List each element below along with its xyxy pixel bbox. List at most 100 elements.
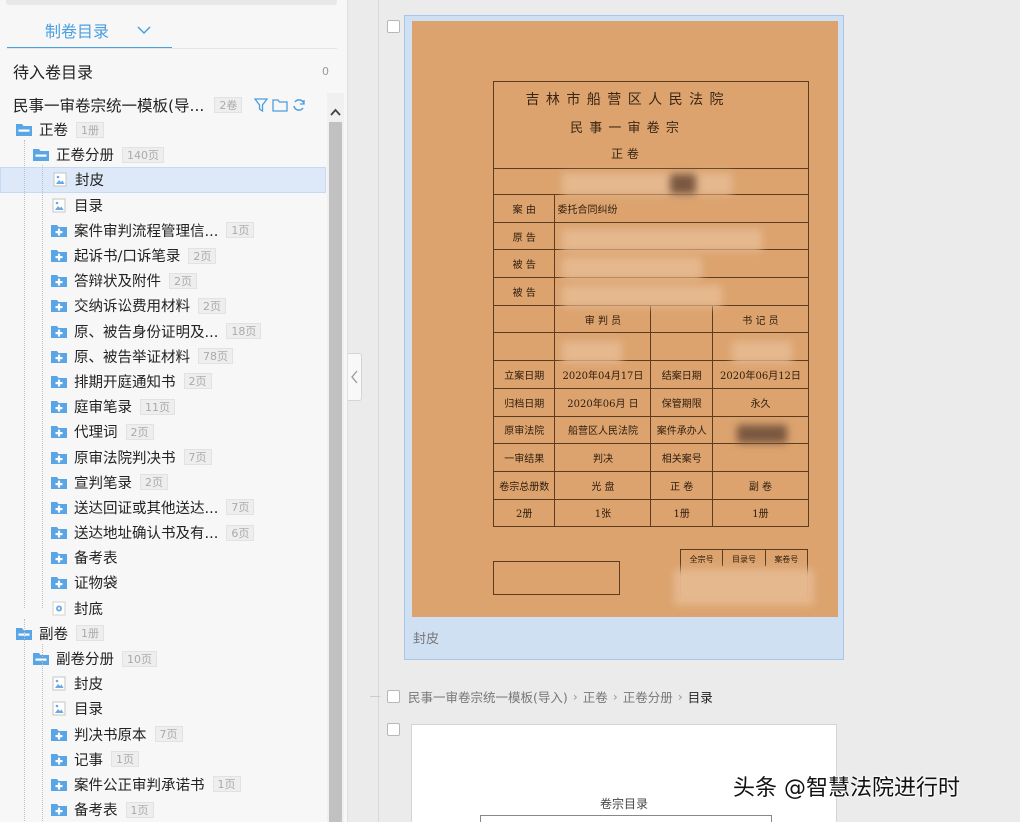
collapse-sidebar-button[interactable] bbox=[348, 353, 362, 401]
add-folder-icon[interactable] bbox=[50, 450, 68, 465]
tree-node-label: 判决书原本 bbox=[74, 727, 147, 744]
redaction-blur bbox=[562, 257, 702, 279]
redaction-blur bbox=[562, 341, 622, 363]
retention-value: 永久 bbox=[711, 387, 810, 417]
tree-node[interactable]: 送达回证或其他送达... 7页 bbox=[0, 495, 326, 520]
tree-node[interactable]: 答辩状及附件 2页 bbox=[0, 268, 326, 293]
select-catalog-group-checkbox[interactable] bbox=[387, 690, 400, 703]
page-count-badge: 7页 bbox=[154, 726, 183, 743]
tree-node[interactable]: 记事 1页 bbox=[0, 747, 326, 772]
tree-node-label: 原、被告举证材料 bbox=[74, 349, 190, 366]
tree-node[interactable]: 证物袋 bbox=[0, 570, 326, 595]
tree-node[interactable]: 备考表 bbox=[0, 545, 326, 570]
page-count-badge: 7页 bbox=[226, 499, 255, 516]
tree-node[interactable]: 封皮 bbox=[0, 167, 326, 193]
add-folder-icon[interactable] bbox=[50, 802, 68, 817]
add-folder-icon[interactable] bbox=[50, 727, 68, 742]
archive-header[interactable]: 民事一审卷宗统一模板(导... 2卷 bbox=[13, 93, 325, 117]
tree-node[interactable]: 原审法院判决书 7页 bbox=[0, 444, 326, 469]
tree-node-label: 副卷 bbox=[39, 626, 68, 643]
tree-guide-line bbox=[42, 644, 43, 821]
tree-node-label: 宣判笔录 bbox=[74, 475, 132, 492]
tree-node[interactable]: 案件公正审判承诺书 1页 bbox=[0, 772, 326, 797]
add-folder-icon[interactable] bbox=[50, 475, 68, 490]
redaction-blur bbox=[670, 174, 696, 194]
tree-node-label: 送达地址确认书及有... bbox=[74, 526, 219, 543]
tree-node-label: 代理词 bbox=[74, 425, 118, 442]
tree-node[interactable]: 备考表 1页 bbox=[0, 797, 326, 822]
tree-node[interactable]: 交纳诉讼费用材料 2页 bbox=[0, 293, 326, 318]
add-folder-icon[interactable] bbox=[50, 752, 68, 767]
tree-connector bbox=[370, 696, 380, 697]
tree-node[interactable]: 正卷 1册 bbox=[0, 117, 326, 142]
tree-node[interactable]: 送达地址确认书及有... 6页 bbox=[0, 520, 326, 545]
add-folder-icon[interactable] bbox=[50, 298, 68, 313]
tree-node[interactable]: 目录 bbox=[0, 193, 326, 218]
tree-node[interactable]: 副卷 1册 bbox=[0, 621, 326, 646]
select-catalog-page-checkbox[interactable] bbox=[387, 723, 400, 736]
select-cover-checkbox[interactable] bbox=[387, 20, 400, 33]
catalog-no-label: 目录号 bbox=[723, 550, 766, 566]
catalog-sidebar: 制卷目录 待入卷目录 0 民事一审卷宗统一模板(导... 2卷 正卷 1册 正卷分册… bbox=[0, 0, 348, 822]
tree-node[interactable]: 副卷分册 10页 bbox=[0, 646, 326, 671]
tree-guide-line bbox=[24, 619, 25, 821]
add-folder-icon[interactable] bbox=[50, 525, 68, 540]
tree-node[interactable]: 宣判笔录 2页 bbox=[0, 470, 326, 495]
breadcrumb-item[interactable]: 正卷分册 bbox=[623, 687, 673, 706]
related-case-label: 相关案号 bbox=[650, 443, 713, 472]
tab-catalog[interactable]: 制卷目录 bbox=[7, 12, 172, 49]
tree-node[interactable]: 庭审笔录 11页 bbox=[0, 394, 326, 419]
add-folder-icon[interactable] bbox=[50, 324, 68, 339]
chevron-down-icon[interactable] bbox=[137, 23, 151, 37]
tree-node-label: 证物袋 bbox=[74, 576, 118, 593]
scrollbar-thumb[interactable] bbox=[329, 122, 342, 822]
cover-title-frame bbox=[493, 81, 809, 169]
tree-node[interactable]: 案件审判流程管理信... 1页 bbox=[0, 218, 326, 243]
folder-open-icon bbox=[15, 122, 33, 137]
add-folder-icon[interactable] bbox=[50, 777, 68, 792]
tree-node-label: 原审法院判决书 bbox=[74, 450, 176, 467]
tree-node-label: 原、被告身份证明及... bbox=[74, 324, 219, 341]
add-folder-icon[interactable] bbox=[50, 424, 68, 439]
tree-node[interactable]: 代理词 2页 bbox=[0, 419, 326, 444]
tree-node[interactable]: 封底 bbox=[0, 596, 326, 621]
breadcrumb-item[interactable]: 民事一审卷宗统一模板(导入) bbox=[408, 687, 568, 706]
add-folder-icon[interactable] bbox=[50, 248, 68, 263]
page-count-badge: 1页 bbox=[125, 801, 154, 818]
closed-date-label: 结案日期 bbox=[650, 360, 713, 389]
add-folder-icon[interactable] bbox=[50, 349, 68, 364]
page-count-badge: 2页 bbox=[198, 297, 226, 314]
page-count-badge: 140页 bbox=[122, 146, 164, 163]
main-volume-value: 1册 bbox=[650, 498, 713, 528]
add-folder-icon[interactable] bbox=[50, 575, 68, 590]
page-card-cover[interactable]: 吉 林 市 船 营 区 人 民 法 院 民 事 一 审 卷 宗 正 卷 案 由 … bbox=[404, 15, 844, 660]
cause-label: 案 由 bbox=[492, 194, 556, 223]
archived-date-label: 归档日期 bbox=[492, 387, 556, 417]
scroll-up-icon[interactable] bbox=[329, 104, 342, 120]
add-folder-icon[interactable] bbox=[50, 550, 68, 565]
breadcrumb-item[interactable]: 正卷 bbox=[583, 687, 608, 706]
tree-node[interactable]: 起诉书/口诉笔录 2页 bbox=[0, 243, 326, 268]
add-folder-icon[interactable] bbox=[50, 374, 68, 389]
add-folder-icon[interactable] bbox=[50, 273, 68, 288]
filed-date-value: 2020年04月17日 bbox=[554, 360, 652, 389]
tree-node[interactable]: 原、被告身份证明及... 18页 bbox=[0, 319, 326, 344]
tree-node[interactable]: 正卷分册 140页 bbox=[0, 142, 326, 167]
refresh-icon[interactable] bbox=[292, 98, 306, 112]
tree-node[interactable]: 原、被告举证材料 78页 bbox=[0, 344, 326, 369]
tree-node[interactable]: 目录 bbox=[0, 696, 326, 721]
tree-node[interactable]: 判决书原本 7页 bbox=[0, 722, 326, 747]
tree-node[interactable]: 排期开庭通知书 2页 bbox=[0, 369, 326, 394]
add-folder-icon[interactable] bbox=[50, 500, 68, 515]
tree-node[interactable]: 封皮 bbox=[0, 671, 326, 696]
filter-icon[interactable] bbox=[254, 98, 269, 112]
pending-catalog-row[interactable]: 待入卷目录 0 bbox=[13, 58, 335, 84]
add-folder-icon[interactable] bbox=[50, 399, 68, 414]
tree-guide-line bbox=[42, 165, 43, 608]
breadcrumb-separator-icon: › bbox=[572, 688, 578, 704]
main-volume-label: 正 卷 bbox=[650, 470, 713, 500]
add-folder-icon[interactable] bbox=[50, 223, 68, 238]
disc-label: 光 盘 bbox=[554, 470, 652, 500]
defendant-label: 被 告 bbox=[492, 277, 556, 306]
folder-icon[interactable] bbox=[272, 98, 288, 112]
